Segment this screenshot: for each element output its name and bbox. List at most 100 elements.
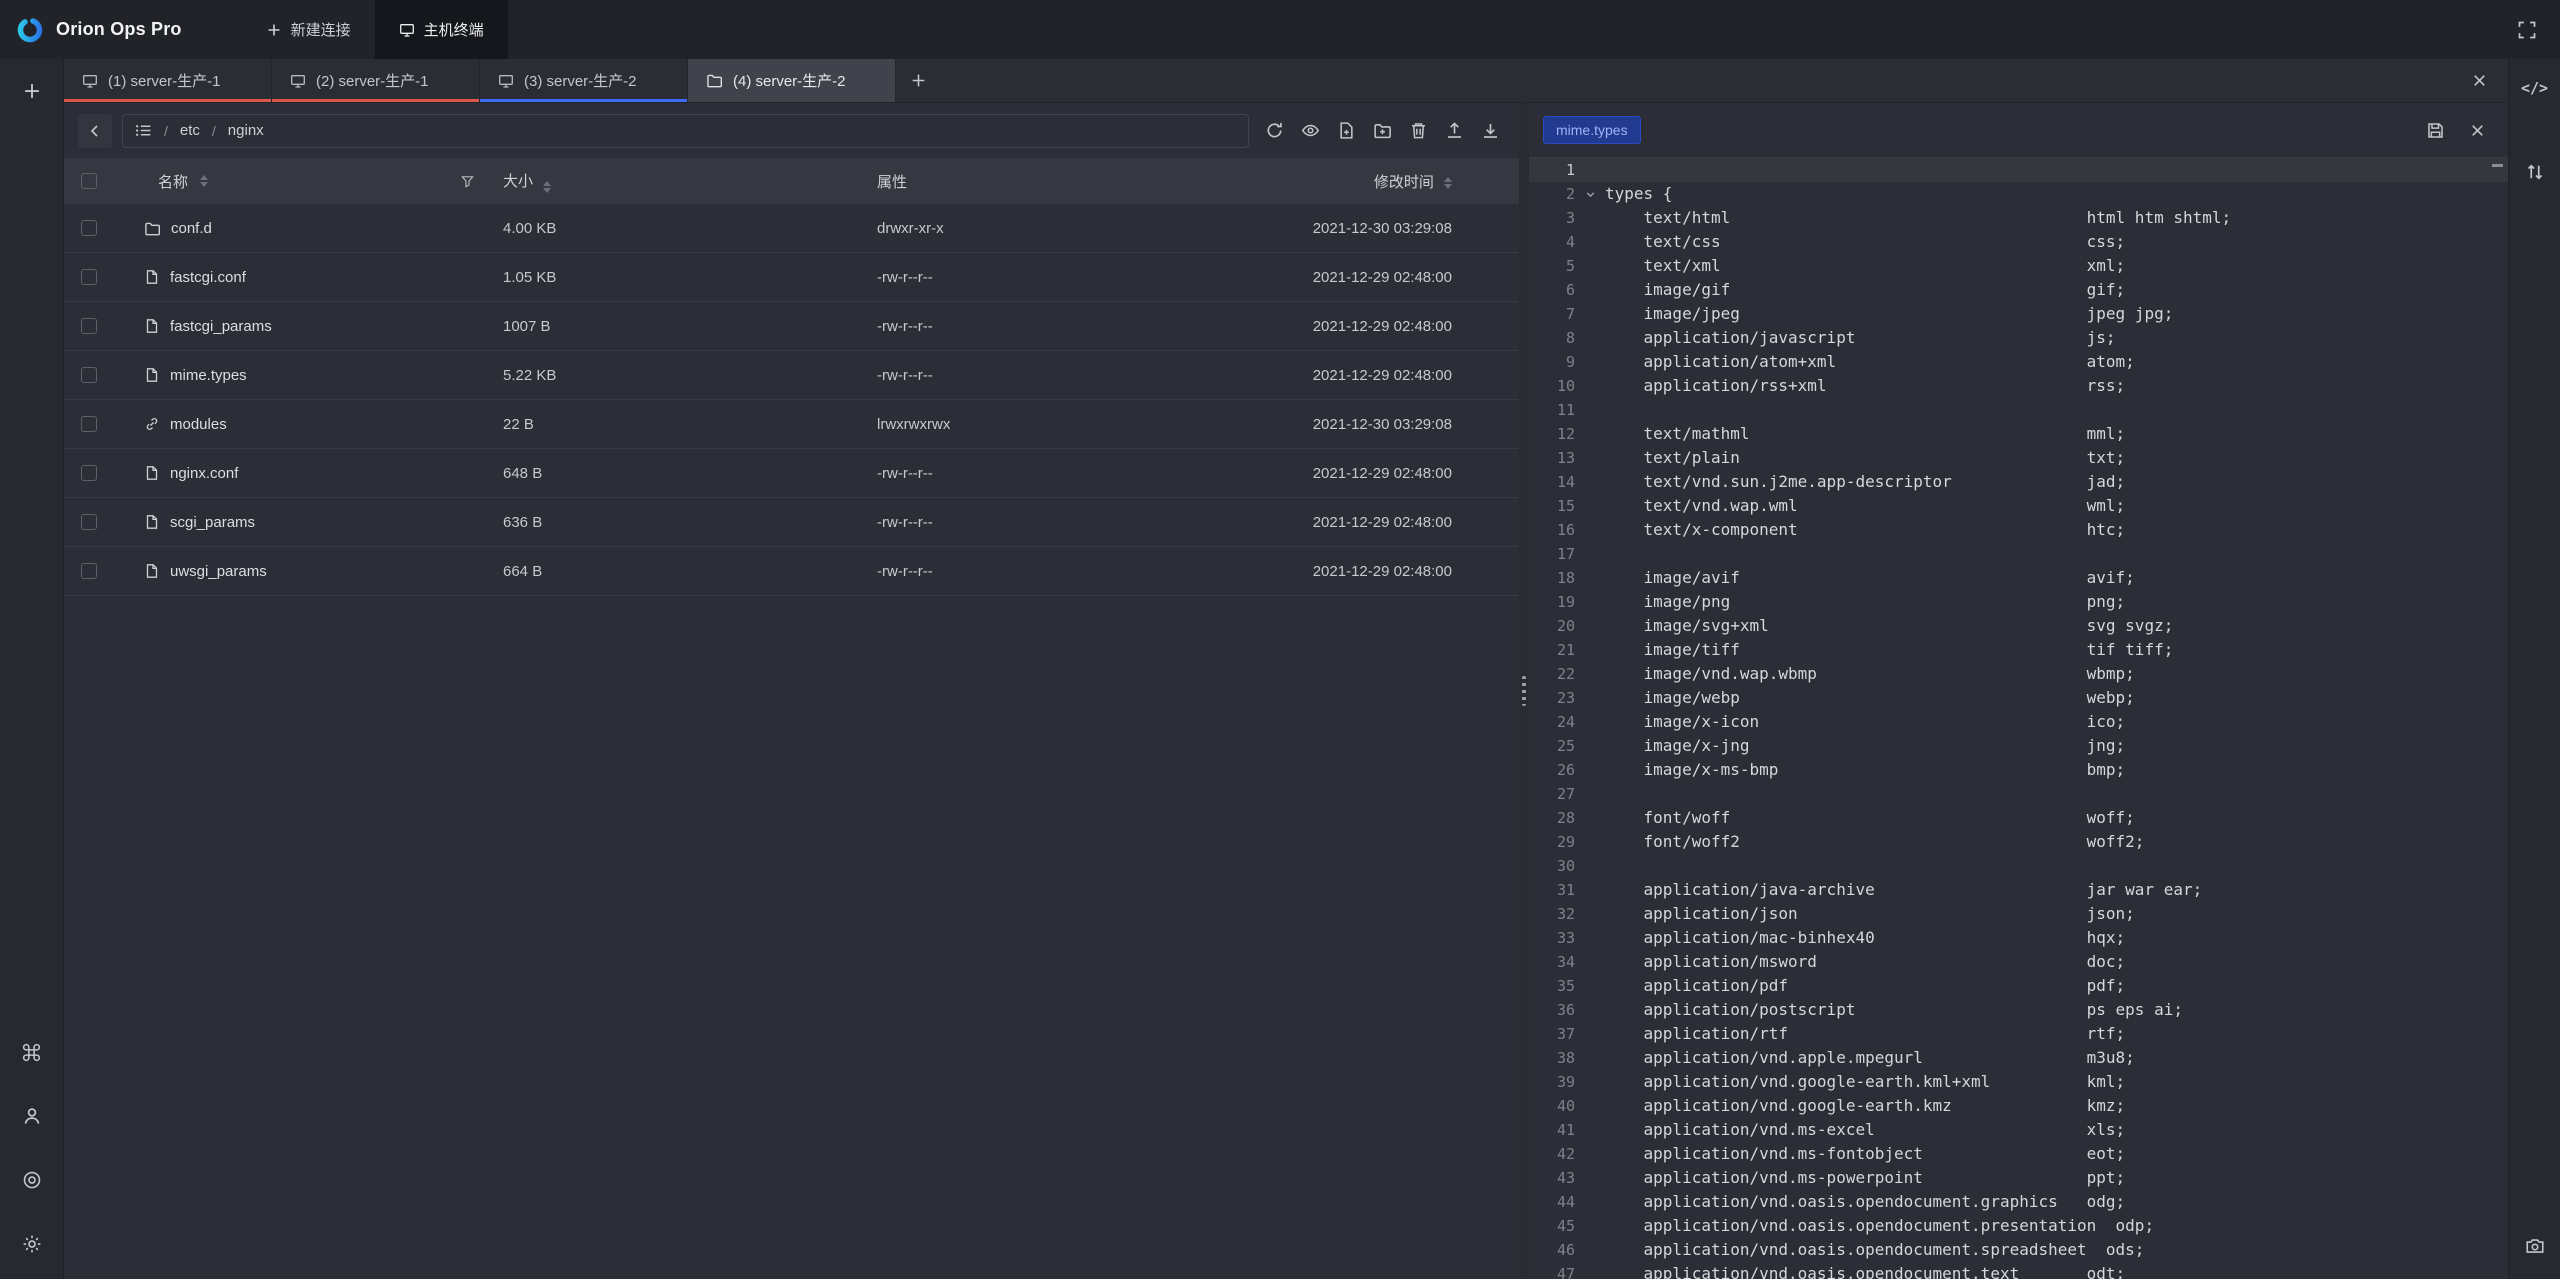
code-line[interactable]: 17 xyxy=(1529,542,2508,566)
sort-carets[interactable] xyxy=(543,181,551,193)
list-icon[interactable] xyxy=(135,122,152,139)
code-line[interactable]: 26 image/x-ms-bmp bmp; xyxy=(1529,758,2508,782)
code-line[interactable]: 32 application/json json; xyxy=(1529,902,2508,926)
code-line[interactable]: 24 image/x-icon ico; xyxy=(1529,710,2508,734)
terminal-tab-3[interactable]: (3) server-生产-2 xyxy=(480,59,688,102)
file-name[interactable]: scgi_params xyxy=(170,514,255,531)
code-line[interactable]: 30 xyxy=(1529,854,2508,878)
code-line[interactable]: 8 application/javascript js; xyxy=(1529,326,2508,350)
code-line[interactable]: 12 text/mathml mml; xyxy=(1529,422,2508,446)
terminal-tab-4[interactable]: (4) server-生产-2 xyxy=(688,59,896,102)
new-file-button[interactable] xyxy=(1331,116,1361,146)
column-header-size[interactable]: 大小 xyxy=(503,173,533,190)
code-line[interactable]: 38 application/vnd.apple.mpegurl m3u8; xyxy=(1529,1046,2508,1070)
transfer-list-button[interactable] xyxy=(2518,155,2552,189)
file-name[interactable]: uwsgi_params xyxy=(170,563,267,580)
file-name[interactable]: fastcgi.conf xyxy=(170,269,246,286)
terminal-tab-1[interactable]: (1) server-生产-1 xyxy=(64,59,272,102)
row-checkbox[interactable] xyxy=(81,269,97,285)
code-line[interactable]: 6 image/gif gif; xyxy=(1529,278,2508,302)
code-line[interactable]: 2types { xyxy=(1529,182,2508,206)
code-line[interactable]: 14 text/vnd.sun.j2me.app-descriptor jad; xyxy=(1529,470,2508,494)
settings-button[interactable] xyxy=(15,1227,49,1261)
close-panel-button[interactable] xyxy=(2462,64,2496,98)
file-name[interactable]: fastcgi_params xyxy=(170,318,272,335)
code-line[interactable]: 21 image/tiff tif tiff; xyxy=(1529,638,2508,662)
table-row[interactable]: modules22 Blrwxrwxrwx2021-12-30 03:29:08 xyxy=(64,400,1519,449)
code-line[interactable]: 35 application/pdf pdf; xyxy=(1529,974,2508,998)
code-line[interactable]: 36 application/postscript ps eps ai; xyxy=(1529,998,2508,1022)
filter-icon[interactable] xyxy=(460,174,475,189)
panel-splitter[interactable] xyxy=(1519,103,1529,1279)
refresh-button[interactable] xyxy=(1259,116,1289,146)
preview-button[interactable] xyxy=(1295,116,1325,146)
table-row[interactable]: uwsgi_params664 B-rw-r--r--2021-12-29 02… xyxy=(64,547,1519,596)
code-line[interactable]: 42 application/vnd.ms-fontobject eot; xyxy=(1529,1142,2508,1166)
code-line[interactable]: 27 xyxy=(1529,782,2508,806)
file-name[interactable]: mime.types xyxy=(170,367,247,384)
new-folder-button[interactable] xyxy=(1367,116,1397,146)
code-line[interactable]: 19 image/png png; xyxy=(1529,590,2508,614)
table-row[interactable]: mime.types5.22 KB-rw-r--r--2021-12-29 02… xyxy=(64,351,1519,400)
row-checkbox[interactable] xyxy=(81,514,97,530)
code-line[interactable]: 7 image/jpeg jpeg jpg; xyxy=(1529,302,2508,326)
sort-carets[interactable] xyxy=(200,175,208,187)
code-line[interactable]: 5 text/xml xml; xyxy=(1529,254,2508,278)
code-line[interactable]: 44 application/vnd.oasis.opendocument.gr… xyxy=(1529,1190,2508,1214)
screenshot-button[interactable] xyxy=(2518,1229,2552,1263)
code-line[interactable]: 41 application/vnd.ms-excel xls; xyxy=(1529,1118,2508,1142)
fullscreen-button[interactable] xyxy=(2510,13,2544,47)
editor-scrollbar[interactable] xyxy=(2494,158,2508,1279)
code-line[interactable]: 15 text/vnd.wap.wml wml; xyxy=(1529,494,2508,518)
code-line[interactable]: 46 application/vnd.oasis.opendocument.sp… xyxy=(1529,1238,2508,1262)
add-tab-button[interactable] xyxy=(896,59,940,102)
table-row[interactable]: scgi_params636 B-rw-r--r--2021-12-29 02:… xyxy=(64,498,1519,547)
terminal-tab-2[interactable]: (2) server-生产-1 xyxy=(272,59,480,102)
user-button[interactable] xyxy=(15,1099,49,1133)
save-button[interactable] xyxy=(2418,113,2452,147)
code-line[interactable]: 16 text/x-component htc; xyxy=(1529,518,2508,542)
code-line[interactable]: 22 image/vnd.wap.wbmp wbmp; xyxy=(1529,662,2508,686)
code-line[interactable]: 47 application/vnd.oasis.opendocument.te… xyxy=(1529,1262,2508,1279)
breadcrumb-segment-nginx[interactable]: nginx xyxy=(228,122,264,139)
file-name[interactable]: modules xyxy=(170,416,227,433)
new-connection-menu-item[interactable]: 新建连接 xyxy=(242,0,375,59)
row-checkbox[interactable] xyxy=(81,416,97,432)
breadcrumb-segment-etc[interactable]: etc xyxy=(180,122,200,139)
row-checkbox[interactable] xyxy=(81,465,97,481)
shortcut-keys-button[interactable] xyxy=(15,1035,49,1069)
code-line[interactable]: 40 application/vnd.google-earth.kmz kmz; xyxy=(1529,1094,2508,1118)
code-line[interactable]: 33 application/mac-binhex40 hqx; xyxy=(1529,926,2508,950)
code-line[interactable]: 1 xyxy=(1529,158,2508,182)
code-line[interactable]: 20 image/svg+xml svg svgz; xyxy=(1529,614,2508,638)
breadcrumb[interactable]: / etc / nginx xyxy=(122,114,1249,148)
code-editor[interactable]: 12types {3 text/html html htm shtml;4 te… xyxy=(1529,158,2508,1279)
code-line[interactable]: 13 text/plain txt; xyxy=(1529,446,2508,470)
code-line[interactable]: 39 application/vnd.google-earth.kml+xml … xyxy=(1529,1070,2508,1094)
code-line[interactable]: 43 application/vnd.ms-powerpoint ppt; xyxy=(1529,1166,2508,1190)
file-name[interactable]: conf.d xyxy=(171,220,212,237)
column-header-mtime[interactable]: 修改时间 xyxy=(1374,174,1434,191)
code-line[interactable]: 31 application/java-archive jar war ear; xyxy=(1529,878,2508,902)
row-checkbox[interactable] xyxy=(81,367,97,383)
delete-button[interactable] xyxy=(1403,116,1433,146)
table-row[interactable]: nginx.conf648 B-rw-r--r--2021-12-29 02:4… xyxy=(64,449,1519,498)
row-checkbox[interactable] xyxy=(81,563,97,579)
editor-file-tab[interactable]: mime.types xyxy=(1543,116,1641,144)
file-name[interactable]: nginx.conf xyxy=(170,465,238,482)
rail-add-button[interactable] xyxy=(15,74,49,108)
column-header-name[interactable]: 名称 xyxy=(158,171,188,192)
code-line[interactable]: 23 image/webp webp; xyxy=(1529,686,2508,710)
download-button[interactable] xyxy=(1475,116,1505,146)
code-line[interactable]: 3 text/html html htm shtml; xyxy=(1529,206,2508,230)
code-line[interactable]: 9 application/atom+xml atom; xyxy=(1529,350,2508,374)
table-row[interactable]: fastcgi.conf1.05 KB-rw-r--r--2021-12-29 … xyxy=(64,253,1519,302)
theme-button[interactable] xyxy=(15,1163,49,1197)
host-terminal-menu-item[interactable]: 主机终端 xyxy=(375,0,508,59)
code-line[interactable]: 25 image/x-jng jng; xyxy=(1529,734,2508,758)
fold-icon[interactable] xyxy=(1575,188,1605,201)
code-line[interactable]: 34 application/msword doc; xyxy=(1529,950,2508,974)
select-all-checkbox[interactable] xyxy=(81,173,97,189)
code-line[interactable]: 4 text/css css; xyxy=(1529,230,2508,254)
row-checkbox[interactable] xyxy=(81,318,97,334)
